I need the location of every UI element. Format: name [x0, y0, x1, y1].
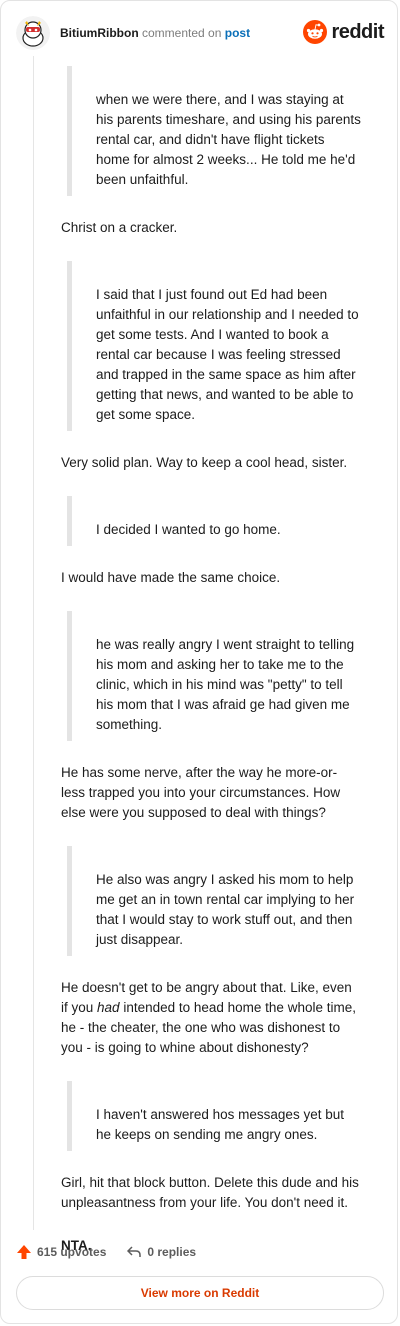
blockquote: I haven't answered hos messages yet but … — [67, 1081, 361, 1151]
italic-text: had — [97, 1000, 120, 1015]
reply-button[interactable]: 0 replies — [126, 1244, 196, 1260]
blockquote: He also was angry I asked his mom to hel… — [67, 846, 361, 956]
user-avatar[interactable] — [16, 16, 50, 50]
action-text: commented on — [142, 26, 222, 40]
comment-footer: 615 upvotes 0 replies — [16, 1242, 384, 1262]
comment-header: BitiumRibbon commented on post reddit — [16, 16, 384, 50]
paragraph: I would have made the same choice. — [61, 570, 281, 585]
post-link[interactable]: post — [225, 26, 250, 40]
upvote-button[interactable]: 615 upvotes — [16, 1244, 106, 1260]
paragraph: Girl, hit that block button. Delete this… — [61, 1175, 359, 1210]
upvote-count: 615 upvotes — [37, 1245, 107, 1259]
username-link[interactable]: BitiumRibbon — [60, 26, 139, 40]
upvote-arrow-icon — [17, 1245, 31, 1259]
comment-meta: BitiumRibbon commented on post — [60, 26, 250, 40]
comment-body: when we were there, and I was staying at… — [61, 66, 361, 1279]
reddit-wordmark: reddit — [331, 20, 384, 43]
view-more-button[interactable]: View more on Reddit — [16, 1276, 384, 1310]
reply-icon — [127, 1246, 142, 1257]
reddit-logo[interactable]: reddit — [303, 20, 384, 44]
reddit-snoo-icon — [303, 20, 328, 44]
reply-count: 0 replies — [147, 1245, 197, 1259]
blockquote: he was really angry I went straight to t… — [67, 611, 361, 741]
thread-line[interactable] — [33, 56, 34, 1230]
blockquote: I said that I just found out Ed had been… — [67, 261, 361, 431]
paragraph: Christ on a cracker. — [61, 220, 178, 235]
blockquote: I decided I wanted to go home. — [67, 496, 361, 546]
paragraph: Very solid plan. Way to keep a cool head… — [61, 455, 348, 470]
blockquote: when we were there, and I was staying at… — [67, 66, 361, 196]
paragraph: He has some nerve, after the way he more… — [61, 765, 341, 820]
paragraph: He doesn't get to be angry about that. L… — [61, 978, 361, 1058]
